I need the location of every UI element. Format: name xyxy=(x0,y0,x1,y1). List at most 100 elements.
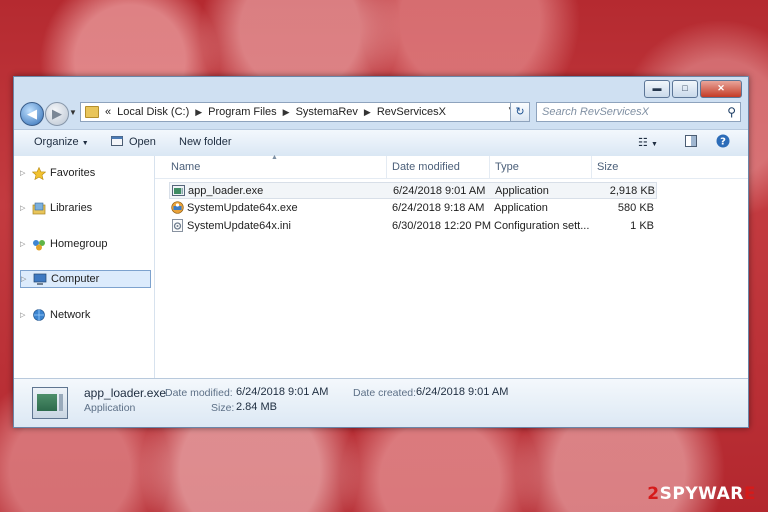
change-view-button[interactable]: ☷ ▼ xyxy=(638,136,658,149)
close-button[interactable]: ✕ xyxy=(700,80,742,98)
sidebar-item-favorites[interactable]: ▷ Favorites xyxy=(20,164,147,182)
breadcrumb-revservicesx[interactable]: RevServicesX xyxy=(377,106,446,118)
new-folder-button[interactable]: New folder xyxy=(179,136,232,148)
sidebar-item-label: Computer xyxy=(51,273,100,285)
file-size: 2,918 KB xyxy=(609,185,655,197)
date-created-label: Date created: xyxy=(353,387,417,399)
open-icon xyxy=(111,136,123,146)
breadcrumb-program-files[interactable]: Program Files xyxy=(208,106,276,118)
expand-arrow-icon[interactable]: ▷ xyxy=(20,169,28,177)
sidebar-item-label: Network xyxy=(50,309,91,321)
command-bar: Organize ▼ Open New folder ☷ ▼ ? xyxy=(14,129,748,157)
refresh-icon: ↻ xyxy=(515,106,525,118)
forward-arrow-icon: ▶ xyxy=(52,106,62,121)
file-type: Application xyxy=(494,202,548,214)
file-type: Configuration sett... xyxy=(494,220,590,232)
network-icon xyxy=(33,308,45,321)
file-date-modified: 6/30/2018 12:20 PM xyxy=(392,220,492,232)
app-icon xyxy=(172,185,185,196)
watermark-mark: E xyxy=(743,484,756,504)
navigation-pane: ▷ Favorites ▷ Libraries ▷ Homegroup ▷ Co… xyxy=(14,156,155,378)
breadcrumb-separator-icon[interactable]: ▶ xyxy=(364,107,371,118)
chevron-down-icon: ▼ xyxy=(81,140,89,147)
homegroup-icon xyxy=(33,239,45,250)
recent-pages-dropdown[interactable]: ▼ xyxy=(69,108,77,117)
file-row-systemupdate-ini[interactable]: SystemUpdate64x.ini 6/30/2018 12:20 PM C… xyxy=(169,218,657,235)
open-button[interactable]: Open xyxy=(129,136,156,148)
title-bar: ▬ □ ✕ xyxy=(14,77,748,99)
breadcrumb-local-disk[interactable]: Local Disk (C:) xyxy=(117,106,189,118)
column-divider[interactable] xyxy=(591,156,592,178)
details-kind: Application xyxy=(84,402,136,414)
sort-ascending-icon: ▲ xyxy=(271,154,278,161)
address-row: ◀ ▶ ▼ « Local Disk (C:) ▶ Program Files … xyxy=(14,99,748,129)
organize-button[interactable]: Organize ▼ xyxy=(34,136,89,148)
sidebar-item-network[interactable]: ▷ Network xyxy=(20,306,147,324)
file-row-systemupdate-exe[interactable]: SystemUpdate64x.exe 6/24/2018 9:18 AM Ap… xyxy=(169,200,657,217)
breadcrumb-separator-icon[interactable]: ▶ xyxy=(283,107,290,118)
breadcrumb-systemarev[interactable]: SystemaRev xyxy=(296,106,358,118)
expand-arrow-icon[interactable]: ▷ xyxy=(20,311,28,319)
sidebar-item-libraries[interactable]: ▷ Libraries xyxy=(20,199,147,217)
help-icon[interactable]: ? xyxy=(716,134,730,148)
breadcrumb-overflow[interactable]: « xyxy=(105,106,111,118)
config-file-icon xyxy=(172,219,183,232)
svg-text:?: ? xyxy=(720,137,726,148)
column-header-size[interactable]: Size xyxy=(597,161,618,173)
window-controls: ▬ □ ✕ xyxy=(644,80,742,98)
address-bar[interactable]: « Local Disk (C:) ▶ Program Files ▶ Syst… xyxy=(80,102,520,122)
details-filename: app_loader.exe xyxy=(84,386,167,400)
watermark-text: SPYWAR xyxy=(659,484,744,504)
file-type: Application xyxy=(495,185,549,197)
file-size: 1 KB xyxy=(630,220,654,232)
back-arrow-icon: ◀ xyxy=(27,106,37,121)
search-icon[interactable]: ⚲ xyxy=(727,103,736,121)
watermark-logo: 2SPYWARE xyxy=(647,484,756,504)
sidebar-item-homegroup[interactable]: ▷ Homegroup xyxy=(20,235,147,253)
libraries-icon xyxy=(32,202,46,214)
file-thumbnail-icon xyxy=(32,387,68,419)
chevron-down-icon: ▼ xyxy=(69,108,77,117)
preview-pane-icon[interactable] xyxy=(685,135,697,147)
column-divider[interactable] xyxy=(489,156,490,178)
file-date-modified: 6/24/2018 9:01 AM xyxy=(393,185,486,197)
installer-icon xyxy=(171,201,184,214)
sidebar-item-label: Libraries xyxy=(50,202,93,214)
refresh-button[interactable]: ↻ xyxy=(510,102,530,122)
back-button[interactable]: ◀ xyxy=(20,102,44,126)
file-size: 580 KB xyxy=(617,202,654,214)
file-row-app-loader[interactable]: app_loader.exe 6/24/2018 9:01 AM Applica… xyxy=(169,182,657,199)
expand-arrow-icon[interactable]: ▷ xyxy=(21,275,29,283)
chevron-down-icon: ▼ xyxy=(650,141,658,148)
column-header-type[interactable]: Type xyxy=(495,161,519,173)
sidebar-item-computer[interactable]: ▷ Computer xyxy=(20,270,151,288)
watermark-digit: 2 xyxy=(647,484,660,504)
organize-label: Organize xyxy=(34,136,79,148)
size-value: 2.84 MB xyxy=(236,401,277,413)
file-name: app_loader.exe xyxy=(188,185,264,197)
size-label: Size: xyxy=(211,402,235,414)
date-created-value: 6/24/2018 9:01 AM xyxy=(416,386,509,398)
star-icon xyxy=(32,166,46,180)
breadcrumb-separator-icon[interactable]: ▶ xyxy=(195,107,202,118)
file-name: SystemUpdate64x.exe xyxy=(187,202,298,214)
sidebar-item-label: Favorites xyxy=(50,167,96,179)
minimize-button[interactable]: ▬ xyxy=(644,80,670,98)
sidebar-item-label: Homegroup xyxy=(50,238,108,250)
explorer-window: ▬ □ ✕ ◀ ▶ ▼ « Local Disk (C:) ▶ Program … xyxy=(13,76,749,428)
maximize-button[interactable]: □ xyxy=(672,80,698,98)
file-list: ▲ Name Date modified Type Size app_loade… xyxy=(155,154,748,378)
folder-icon xyxy=(85,106,99,118)
date-modified-label: Date modified: xyxy=(165,387,233,399)
expand-arrow-icon[interactable]: ▷ xyxy=(20,204,28,212)
date-modified-value: 6/24/2018 9:01 AM xyxy=(236,386,329,398)
column-header-name[interactable]: Name xyxy=(171,161,200,173)
search-input[interactable]: Search RevServicesX ⚲ xyxy=(536,102,741,122)
forward-button[interactable]: ▶ xyxy=(45,102,69,126)
file-date-modified: 6/24/2018 9:18 AM xyxy=(392,202,485,214)
column-header-date-modified[interactable]: Date modified xyxy=(392,161,460,173)
search-placeholder: Search RevServicesX xyxy=(542,106,649,118)
expand-arrow-icon[interactable]: ▷ xyxy=(20,240,28,248)
details-view-icon: ☷ xyxy=(638,137,648,149)
column-divider[interactable] xyxy=(386,156,387,178)
